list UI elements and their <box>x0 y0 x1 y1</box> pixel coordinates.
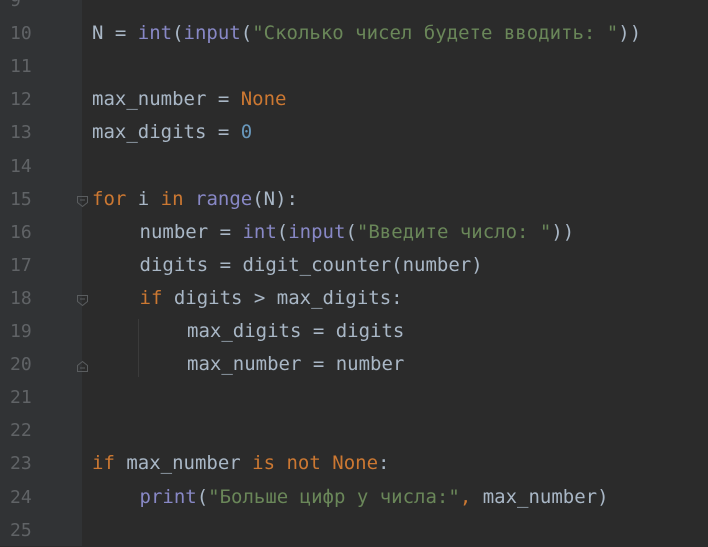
code-token-builtin: int <box>137 22 173 45</box>
code-token-string: "Сколько чисел будете вводить: " <box>252 22 619 45</box>
code-token-plain: digits > max_digits: <box>162 286 403 309</box>
line-number[interactable]: 23 <box>10 447 40 480</box>
line-number[interactable]: 21 <box>10 381 40 414</box>
line-number[interactable]: 10 <box>10 17 40 50</box>
code-token-keyword: if <box>92 452 115 475</box>
code-token-plain: i <box>126 187 161 210</box>
line-number[interactable]: 13 <box>10 116 40 149</box>
code-line[interactable]: for i in range(N): <box>92 183 298 216</box>
code-token-builtin: print <box>139 485 197 508</box>
code-token-keyword: for <box>92 187 127 210</box>
line-number[interactable]: 16 <box>10 216 40 249</box>
code-token-keyword: if <box>139 286 163 309</box>
code-token-plain: max_number = number <box>187 353 405 376</box>
line-number[interactable]: 9 <box>10 0 40 17</box>
indent-guide <box>137 319 139 378</box>
code-token-string: "Введите число: " <box>356 220 552 243</box>
code-line[interactable]: digits = digit_counter(number) <box>140 249 483 282</box>
line-number[interactable]: 25 <box>10 514 40 547</box>
line-number[interactable]: 17 <box>10 249 40 282</box>
code-line[interactable]: if digits > max_digits: <box>140 282 403 315</box>
code-line[interactable]: max_digits = 0 <box>92 116 252 149</box>
code-token-keyword: is not <box>252 452 321 475</box>
line-number[interactable]: 12 <box>10 83 40 116</box>
code-token-keyword: None <box>332 452 379 475</box>
line-number[interactable]: 18 <box>10 282 40 315</box>
code-token-plain: max_number) <box>471 485 609 508</box>
line-number[interactable]: 19 <box>10 315 40 348</box>
code-token-plain: (N): <box>252 187 298 210</box>
fold-open-icon[interactable] <box>76 292 89 307</box>
code-token-plain: ( <box>172 22 184 45</box>
code-line[interactable]: number = int(input("Введите число: ")) <box>140 216 575 249</box>
code-token-builtin: input <box>183 22 241 45</box>
code-token-plain: digits = digit_counter(number) <box>139 253 483 276</box>
line-number[interactable]: 24 <box>10 481 40 514</box>
fold-end-icon[interactable] <box>76 358 89 373</box>
code-token-plain: max_digits = <box>92 121 241 144</box>
line-number[interactable]: 22 <box>10 414 40 447</box>
code-token-plain: ( <box>276 220 289 243</box>
code-token-keyword: None <box>240 88 287 111</box>
code-token-keyword: , <box>459 485 472 508</box>
code-token-plain: max_number = <box>92 88 241 111</box>
code-token-plain: )) <box>618 22 642 45</box>
line-number[interactable]: 14 <box>10 150 40 183</box>
code-line[interactable]: max_number = number <box>187 348 404 381</box>
code-token-plain: ( <box>240 22 253 45</box>
code-token-plain: number = <box>139 220 243 243</box>
code-token-plain: : <box>378 452 390 475</box>
code-token-keyword: in <box>160 187 184 210</box>
code-line[interactable]: max_digits = digits <box>187 315 404 348</box>
code-token-plain: N = <box>92 22 138 45</box>
code-line[interactable]: print("Больше цифр у числа:", max_number… <box>140 481 609 514</box>
code-line[interactable]: if max_number is not None: <box>92 447 389 480</box>
code-token-plain: ( <box>196 485 209 508</box>
line-number[interactable]: 15 <box>10 183 40 216</box>
line-number-gutter[interactable]: 9 10 11 12 13 14 15 16 17 18 19 20 21 22 23 24 25 <box>0 0 88 547</box>
code-token-plain: )) <box>551 220 575 243</box>
code-token-string: "Больше цифр у числа:" <box>208 485 460 508</box>
code-line[interactable]: N = int(input("Сколько чисел будете ввод… <box>92 17 641 50</box>
code-token-plain: max_digits = digits <box>187 320 405 342</box>
code-token-builtin: range <box>195 187 253 210</box>
code-token-builtin: input <box>288 220 346 243</box>
code-editor[interactable]: 9 10 11 12 13 14 15 16 17 18 19 20 21 22 23 24 25 N = in… <box>0 0 708 546</box>
code-token-plain: max_number <box>114 452 253 475</box>
code-line[interactable]: max_number = None <box>92 83 286 116</box>
fold-open-icon[interactable] <box>76 193 89 207</box>
code-token-builtin: int <box>242 220 277 243</box>
line-number[interactable]: 11 <box>10 50 40 83</box>
code-token-number: 0 <box>240 121 253 144</box>
line-number[interactable]: 20 <box>10 348 40 381</box>
code-token-plain: ( <box>345 220 357 243</box>
